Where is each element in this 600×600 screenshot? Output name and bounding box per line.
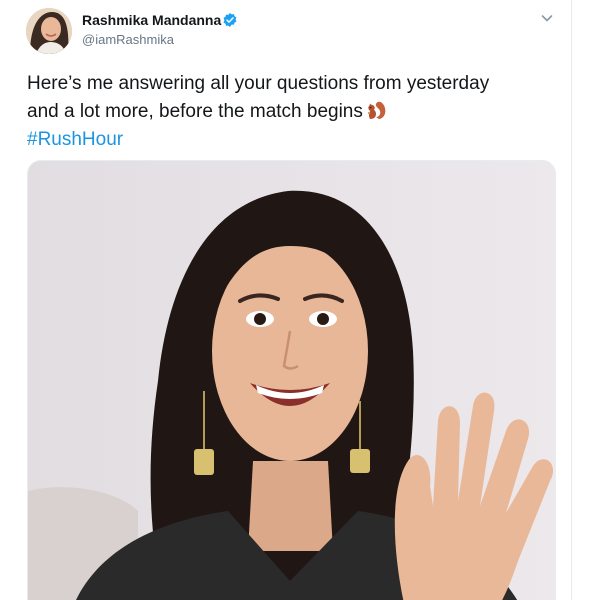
squirrel-icon: [367, 101, 386, 119]
tweet-text: Here’s me answering all your questions f…: [27, 70, 557, 154]
hashtag-link[interactable]: #RushHour: [27, 126, 557, 154]
avatar-image: [26, 8, 72, 54]
tweet-text-line-2-text: and a lot more, before the match begins: [27, 101, 363, 122]
avatar[interactable]: [26, 8, 72, 54]
tweet-text-line-2: and a lot more, before the match begins: [27, 98, 557, 126]
media-video[interactable]: [27, 160, 556, 600]
verified-badge-icon: [223, 13, 237, 27]
chevron-down-icon[interactable]: [539, 10, 555, 26]
tweet-card: Rashmika Mandanna @iamRashmika Here’s me…: [0, 0, 572, 600]
video-thumbnail-image: [28, 161, 555, 600]
handle[interactable]: @iamRashmika: [82, 32, 174, 47]
page-background: [572, 0, 600, 600]
display-name[interactable]: Rashmika Mandanna: [82, 12, 221, 28]
tweet-text-line-1: Here’s me answering all your questions f…: [27, 73, 490, 94]
